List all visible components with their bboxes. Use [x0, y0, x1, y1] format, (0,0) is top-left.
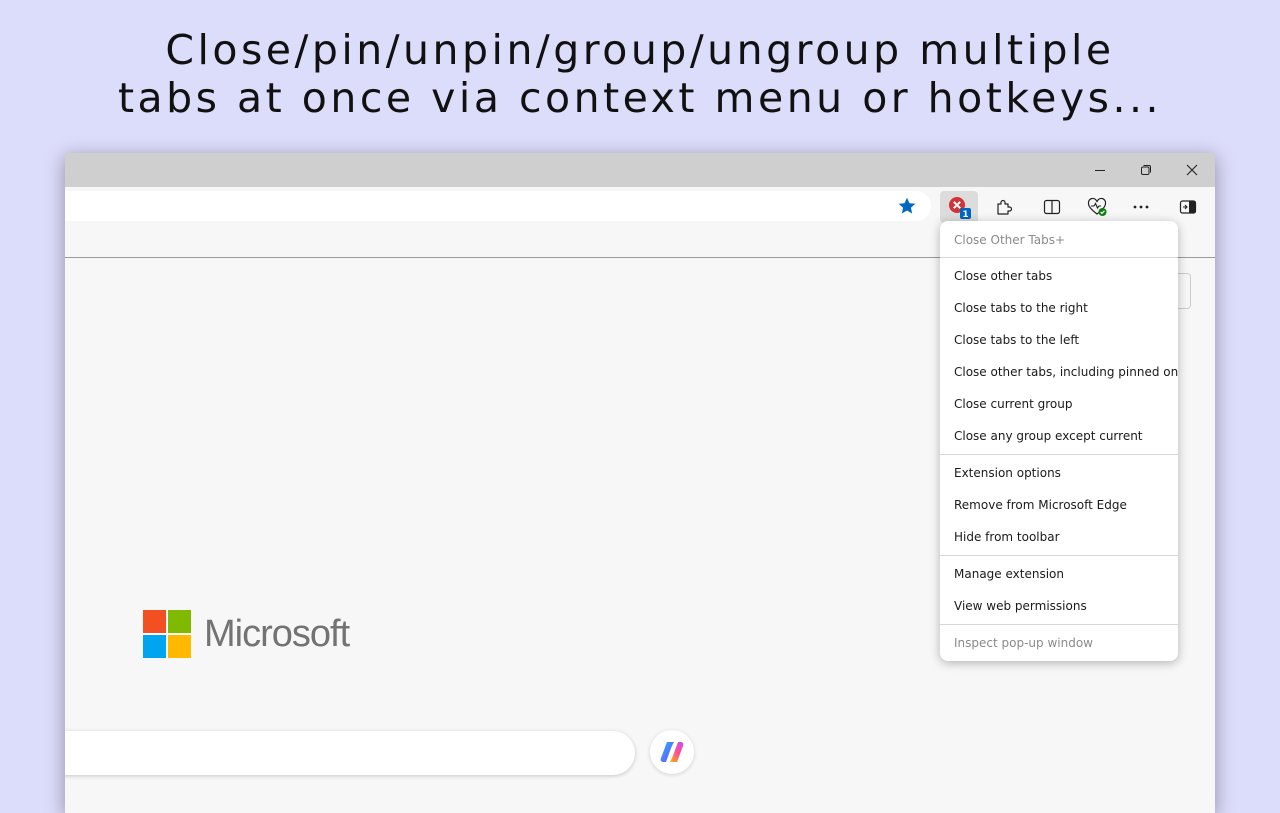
menu-item-remove-extension[interactable]: Remove from Microsoft Edge: [954, 495, 1127, 515]
more-options-icon: [1133, 205, 1149, 209]
menu-item-close-other-tabs[interactable]: Close other tabs: [954, 266, 1052, 286]
minimize-icon: [1095, 170, 1105, 171]
split-screen-icon: [1043, 199, 1061, 215]
extensions-button[interactable]: [985, 191, 1023, 223]
split-screen-button[interactable]: [1033, 191, 1071, 223]
menu-item-close-tabs-right[interactable]: Close tabs to the right: [954, 298, 1088, 318]
title-bar: [65, 153, 1215, 187]
menu-item-close-tabs-left[interactable]: Close tabs to the left: [954, 330, 1079, 350]
menu-divider: [940, 555, 1178, 556]
menu-item-close-current-group[interactable]: Close current group: [954, 394, 1072, 414]
extension-context-menu: Close Other Tabs+ Close other tabs Close…: [940, 221, 1178, 661]
browser-essentials-icon: [1087, 197, 1107, 216]
headline-line-2: tabs at once via context menu or hotkeys…: [117, 74, 1163, 122]
microsoft-grid-icon: [143, 610, 191, 658]
close-icon: [1186, 164, 1198, 176]
sidebar-toggle-icon: [1179, 200, 1197, 214]
sidebar-toggle-button[interactable]: [1169, 191, 1207, 223]
menu-item-hide-from-toolbar[interactable]: Hide from toolbar: [954, 527, 1060, 547]
menu-item-view-web-permissions[interactable]: View web permissions: [954, 596, 1087, 616]
menu-item-inspect-popup: Inspect pop-up window: [954, 636, 1093, 650]
favorite-button[interactable]: [897, 196, 917, 220]
close-tabs-extension-button[interactable]: 1: [940, 191, 978, 223]
menu-item-close-other-tabs-including-pinned[interactable]: Close other tabs, including pinned ones: [954, 362, 1178, 382]
menu-divider: [940, 454, 1178, 455]
close-window-button[interactable]: [1169, 153, 1215, 187]
headline-line-1: Close/pin/unpin/group/ungroup multiple: [165, 26, 1115, 74]
microsoft-logo: Microsoft: [143, 610, 350, 658]
minimize-button[interactable]: [1077, 153, 1123, 187]
search-input[interactable]: [65, 731, 635, 775]
promo-headline: Close/pin/unpin/group/ungroup multiple t…: [0, 26, 1280, 122]
menu-item-close-other-groups[interactable]: Close any group except current: [954, 426, 1143, 446]
address-bar[interactable]: [65, 191, 931, 221]
microsoft-wordmark: Microsoft: [204, 612, 350, 655]
browser-essentials-button[interactable]: [1078, 191, 1116, 223]
restore-icon: [1141, 165, 1151, 175]
restore-button[interactable]: [1123, 153, 1169, 187]
star-icon: [898, 197, 916, 214]
menu-item-manage-extension[interactable]: Manage extension: [954, 564, 1064, 584]
menu-item-extension-options[interactable]: Extension options: [954, 463, 1061, 483]
extension-badge-count: 1: [962, 210, 968, 220]
copilot-button[interactable]: [650, 730, 694, 774]
extensions-puzzle-icon: [997, 199, 1013, 215]
menu-header-extension-name: Close Other Tabs+: [954, 233, 1066, 247]
close-tabs-extension-icon: 1: [949, 197, 971, 220]
menu-divider: [940, 624, 1178, 625]
copilot-icon: [660, 742, 684, 762]
menu-divider: [940, 257, 1178, 258]
more-options-button[interactable]: [1122, 191, 1160, 223]
